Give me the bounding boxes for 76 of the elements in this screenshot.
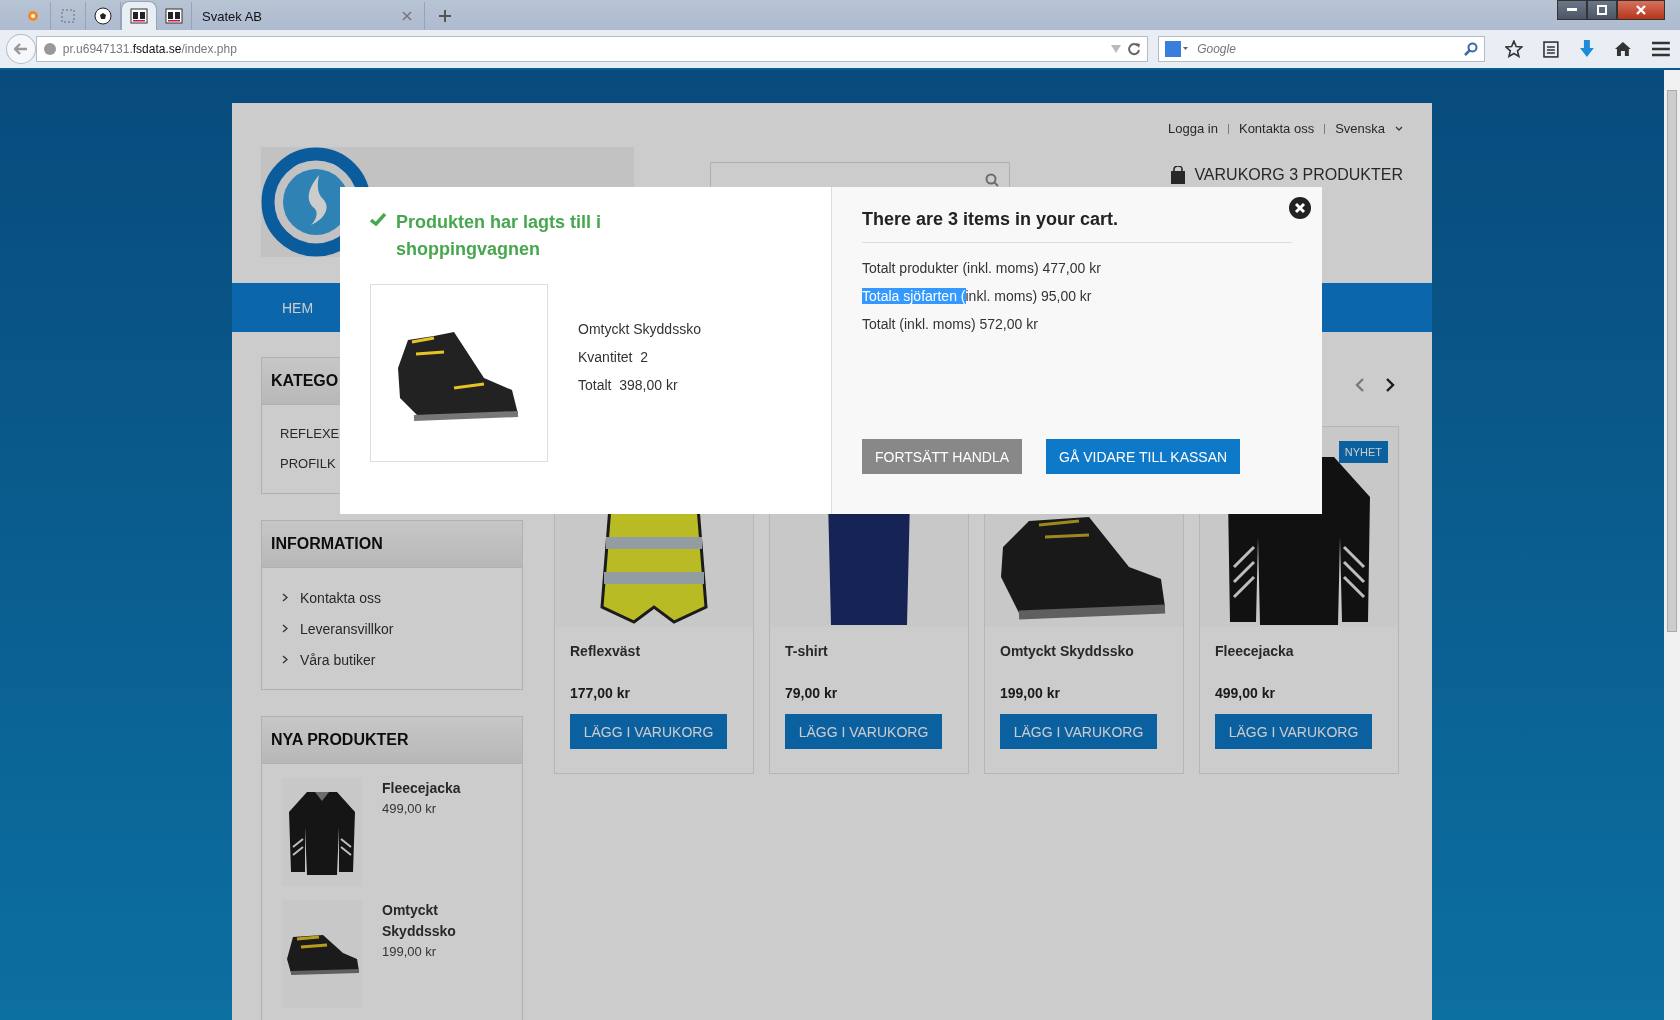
home-icon[interactable] <box>1614 41 1633 57</box>
product-photo[interactable] <box>282 900 362 1008</box>
scrollbar[interactable] <box>1664 70 1680 1020</box>
info-link[interactable]: Leveransvillkor <box>300 620 394 637</box>
product-name[interactable]: T-shirt <box>785 643 953 659</box>
search-icon[interactable] <box>985 173 999 187</box>
close-icon[interactable] <box>1288 196 1312 220</box>
continue-shopping-button[interactable]: FORTSÄTT HANDLA <box>862 439 1023 474</box>
product-name[interactable]: Fleecejacka <box>1215 643 1383 659</box>
product-name[interactable]: Omtyckt Skyddssko <box>382 900 492 942</box>
product-name[interactable]: Fleecejacka <box>382 778 492 799</box>
product-name[interactable]: Omtyckt Skyddssko <box>1000 643 1168 659</box>
checkout-button[interactable]: GÅ VIDARE TILL KASSAN <box>1046 439 1241 474</box>
back-button[interactable] <box>6 34 36 64</box>
chevron-icon <box>282 624 288 633</box>
product-price: 199,00 kr <box>1000 685 1061 701</box>
product-photo[interactable] <box>282 778 362 886</box>
nav-item[interactable]: HEM <box>282 299 314 316</box>
product-price: 499,00 kr <box>382 801 438 816</box>
product-name[interactable]: Reflexväst <box>570 643 738 659</box>
info-link[interactable]: Kontakta oss <box>300 589 381 606</box>
previous-icon[interactable] <box>1355 378 1365 392</box>
site-logo-icon <box>130 8 148 24</box>
success-message: Produkten har lagts till i shoppingvagnen <box>396 211 603 261</box>
site-logo-icon <box>165 8 183 24</box>
star-icon[interactable] <box>1504 40 1523 58</box>
cart-total-line: Totalt produkter (inkl. moms) 477,00 kr <box>862 259 1102 277</box>
dashed-square-icon <box>60 8 76 24</box>
new-tab-icon[interactable] <box>439 10 451 22</box>
header-link[interactable]: Kontakta oss <box>1238 121 1315 136</box>
search-bar[interactable]: Google <box>1158 36 1485 62</box>
info-link[interactable]: Våra butiker <box>300 651 376 668</box>
add-to-cart-button[interactable]: LÄGG I VARUKORG <box>785 714 942 749</box>
product-detail: Totalt 398,00 kr <box>578 376 679 394</box>
panel-heading: INFORMATION <box>262 521 522 568</box>
address-bar[interactable]: pr.u6947131.fsdata.se/index.php <box>35 36 1149 62</box>
ball-icon <box>94 7 112 25</box>
caret-icon[interactable] <box>1395 125 1403 132</box>
cart-summary-title: There are 3 items in your cart. <box>862 209 1120 230</box>
menu-icon[interactable] <box>1652 41 1670 57</box>
scrollbar-thumb[interactable] <box>1667 90 1677 632</box>
cart-total-line: Totala sjöfarten (inkl. moms) 95,00 kr <box>862 287 1093 305</box>
header-link[interactable]: Logga in <box>1168 121 1218 136</box>
next-icon[interactable] <box>1385 378 1395 392</box>
minimize-icon <box>1567 8 1577 12</box>
cart-total-line: Totalt (inkl. moms) 572,00 kr <box>862 315 1039 333</box>
product-price: 499,00 kr <box>1215 685 1276 701</box>
panel-heading: NYA PRODUKTER <box>262 717 522 764</box>
chevron-icon <box>282 655 288 664</box>
new-badge: NYHET <box>1338 441 1388 463</box>
shopping-bag-icon[interactable] <box>1170 166 1187 184</box>
clipboard-icon[interactable] <box>1542 40 1559 58</box>
reload-icon[interactable] <box>1127 42 1142 56</box>
download-icon[interactable] <box>1578 40 1595 58</box>
product-price: 79,00 kr <box>785 685 839 701</box>
cart-link[interactable]: VARUKORG 3 PRODUKTER <box>1194 166 1403 184</box>
product-price: 177,00 kr <box>570 685 631 701</box>
restore-icon <box>1597 5 1607 15</box>
restore-button[interactable] <box>1587 0 1617 20</box>
product-price: 199,00 kr <box>382 944 438 959</box>
header-link[interactable]: Svenska <box>1335 121 1385 136</box>
globe-icon <box>42 42 57 56</box>
close-icon <box>1636 5 1646 15</box>
chevron-icon <box>282 593 288 602</box>
pinned-tab[interactable] <box>121 1 157 30</box>
checkmark-icon <box>370 213 386 226</box>
product-name: Omtyckt Skyddssko <box>578 320 701 338</box>
close-button[interactable] <box>1617 0 1665 20</box>
add-to-cart-button[interactable]: LÄGG I VARUKORG <box>1215 714 1372 749</box>
add-to-cart-button[interactable]: LÄGG I VARUKORG <box>1000 714 1157 749</box>
search-engine-icon[interactable] <box>1165 41 1190 57</box>
product-detail: Kvantitet 2 <box>578 348 650 366</box>
add-to-cart-button[interactable]: LÄGG I VARUKORG <box>570 714 727 749</box>
back-arrow-icon <box>13 43 28 55</box>
search-icon[interactable] <box>1463 42 1478 56</box>
minimize-button[interactable] <box>1557 0 1587 20</box>
